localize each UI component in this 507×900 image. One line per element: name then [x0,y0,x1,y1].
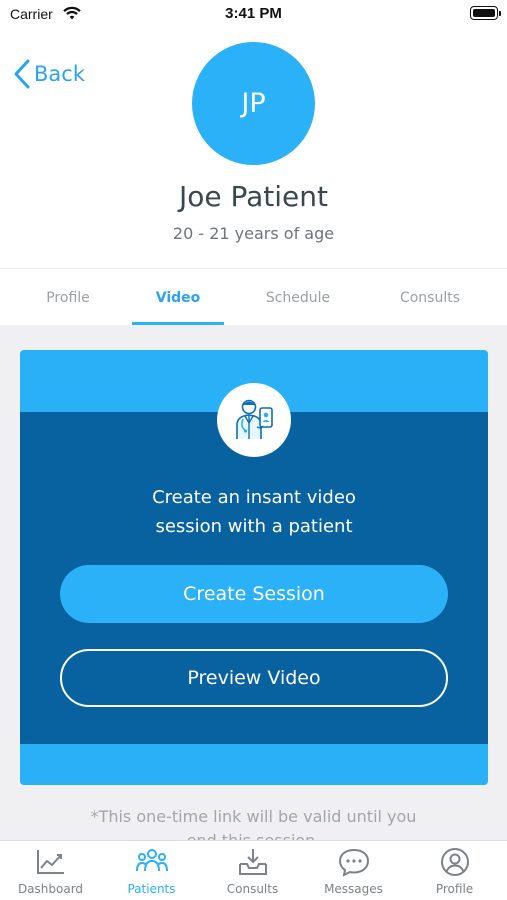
clock: 3:41 PM [225,5,282,22]
doctor-icon [217,383,291,457]
tab-schedule[interactable]: Schedule [244,269,352,326]
tab-video[interactable]: Video [132,269,224,326]
user-circle-icon [440,848,469,876]
avatar-initials: JP [241,88,266,119]
nav-dashboard[interactable]: Dashboard [0,841,101,900]
patient-age: 20 - 21 years of age [172,224,335,243]
avatar: JP [192,42,315,165]
video-content: Create an insant video session with a pa… [0,325,507,840]
nav-patients-label: Patients [127,882,176,896]
chat-icon [338,848,369,877]
link-validity-note-line-1: *This one-time link will be valid until … [90,807,417,826]
video-session-card: Create an insant video session with a pa… [20,350,488,785]
tab-consults[interactable]: Consults [374,269,486,326]
tab-profile[interactable]: Profile [18,269,118,326]
create-session-button[interactable]: Create Session [60,565,448,623]
doctor-video-illustration [236,399,273,439]
battery-icon [470,6,501,20]
chart-icon [36,850,64,874]
nav-messages[interactable]: Messages [303,841,404,900]
inbox-icon [238,849,267,875]
chevron-left-icon [14,59,30,89]
nav-consults-label: Consults [226,882,279,896]
description-line-2: session with a patient [155,516,353,537]
nav-consults[interactable]: Consults [202,841,303,900]
preview-video-button[interactable]: Preview Video [60,649,448,707]
description-line-1: Create an insant video [152,487,356,508]
bottom-tab-bar: Dashboard Patients Consults Messages Pro… [0,840,507,900]
nav-dashboard-label: Dashboard [17,882,84,896]
back-label: Back [34,62,85,86]
nav-profile[interactable]: Profile [404,841,505,900]
status-bar: Carrier 3:41 PM [0,0,507,28]
nav-messages-label: Messages [324,882,383,896]
back-button[interactable]: Back [12,58,85,90]
video-session-description: Create an insant video session with a pa… [20,483,488,541]
link-validity-note-line-2: end this session. [0,829,507,840]
patients-icon [135,849,168,872]
nav-patients[interactable]: Patients [101,841,202,900]
link-validity-note: *This one-time link will be valid until … [0,805,507,840]
tab-bar: Profile Video Schedule Consults [0,268,507,325]
nav-profile-label: Profile [435,882,474,896]
patient-name: Joe Patient [178,180,328,213]
